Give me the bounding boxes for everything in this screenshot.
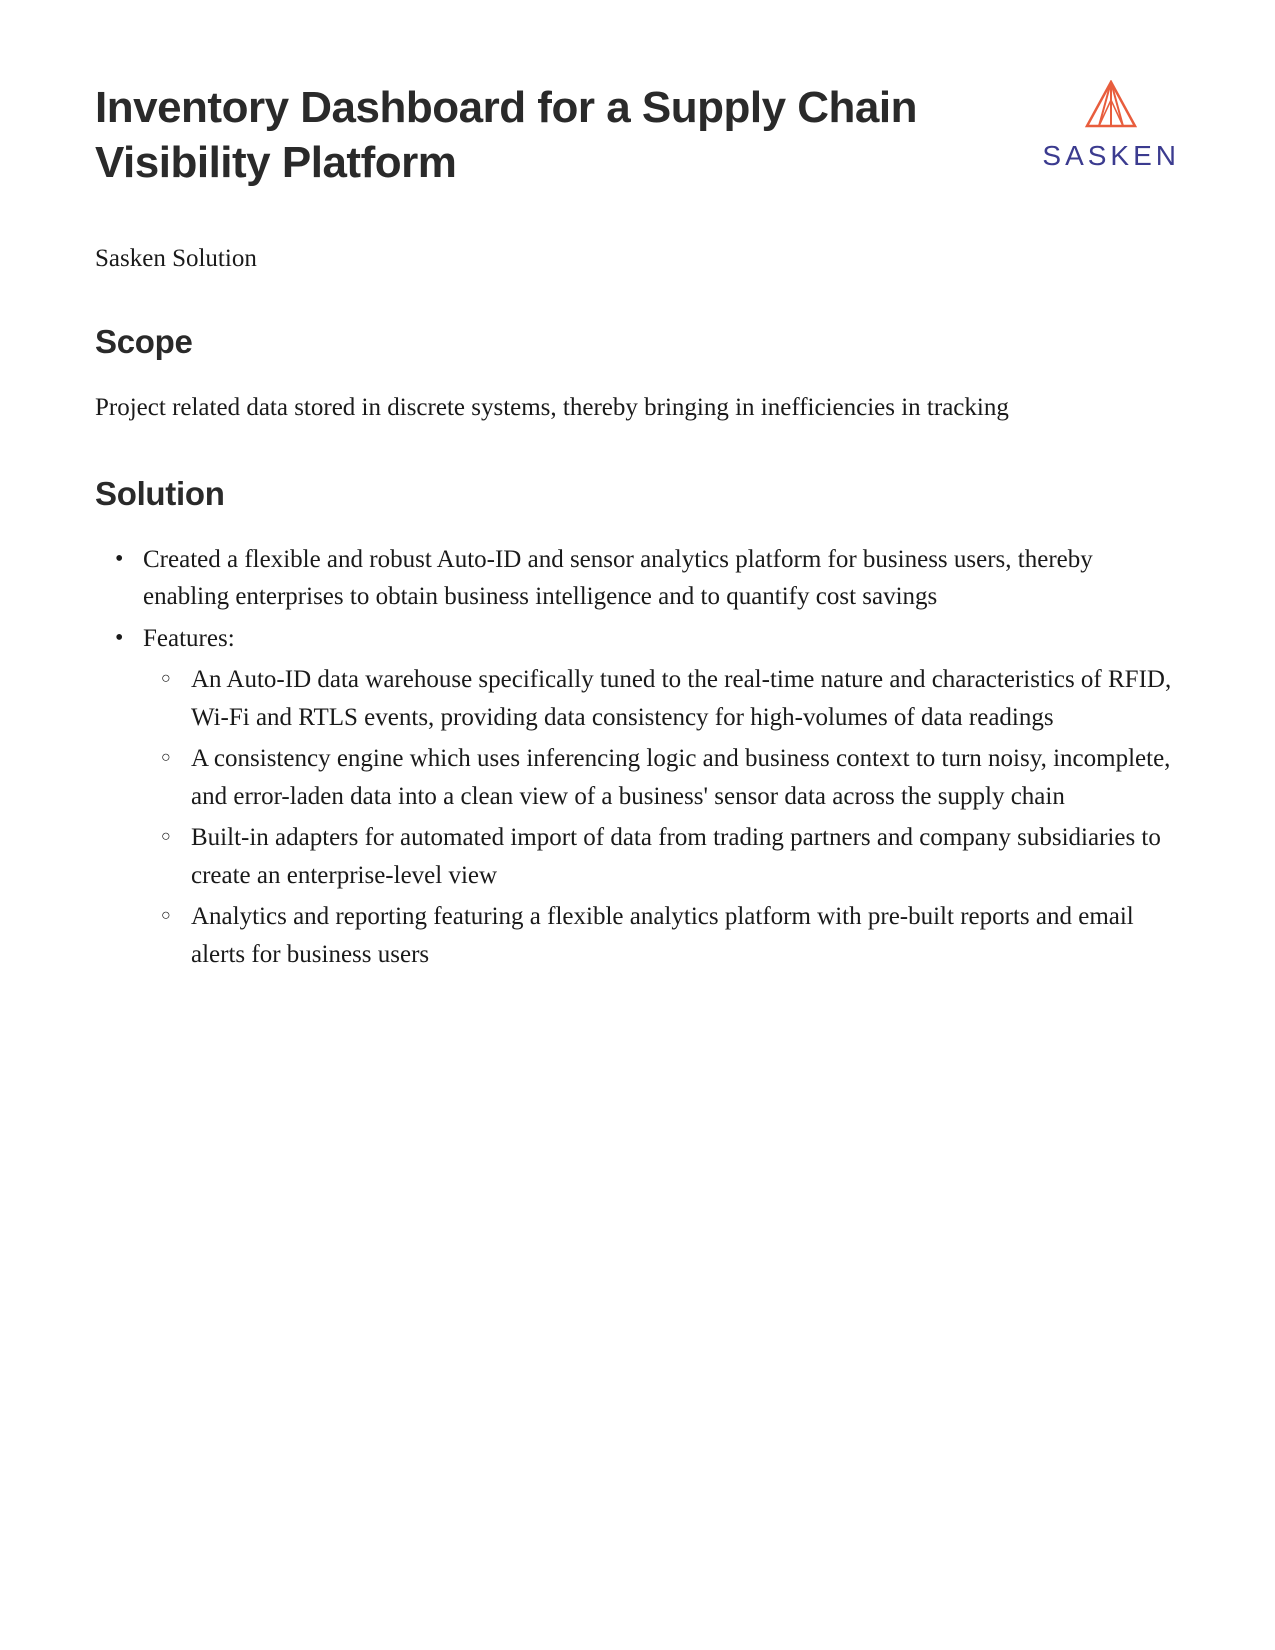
list-item: Analytics and reporting featuring a flex…	[191, 898, 1180, 973]
solution-list: Created a flexible and robust Auto-ID an…	[95, 541, 1180, 974]
scope-text: Project related data stored in discrete …	[95, 389, 1180, 427]
sasken-logo-icon	[1081, 80, 1141, 132]
list-item: An Auto-ID data warehouse specifically t…	[191, 661, 1180, 736]
solution-heading: Solution	[95, 475, 1180, 513]
company-logo: SASKEN	[1042, 80, 1180, 172]
document-header: Inventory Dashboard for a Supply Chain V…	[95, 80, 1180, 190]
page-title: Inventory Dashboard for a Supply Chain V…	[95, 80, 1042, 190]
list-item: Features: An Auto-ID data warehouse spec…	[143, 620, 1180, 974]
list-item: Created a flexible and robust Auto-ID an…	[143, 541, 1180, 616]
document-subtitle: Sasken Solution	[95, 245, 1180, 273]
list-item: A consistency engine which uses inferenc…	[191, 740, 1180, 815]
company-name: SASKEN	[1042, 140, 1180, 172]
features-sublist: An Auto-ID data warehouse specifically t…	[143, 661, 1180, 973]
scope-heading: Scope	[95, 323, 1180, 361]
list-item: Built-in adapters for automated import o…	[191, 819, 1180, 894]
list-item-label: Features:	[143, 625, 235, 652]
